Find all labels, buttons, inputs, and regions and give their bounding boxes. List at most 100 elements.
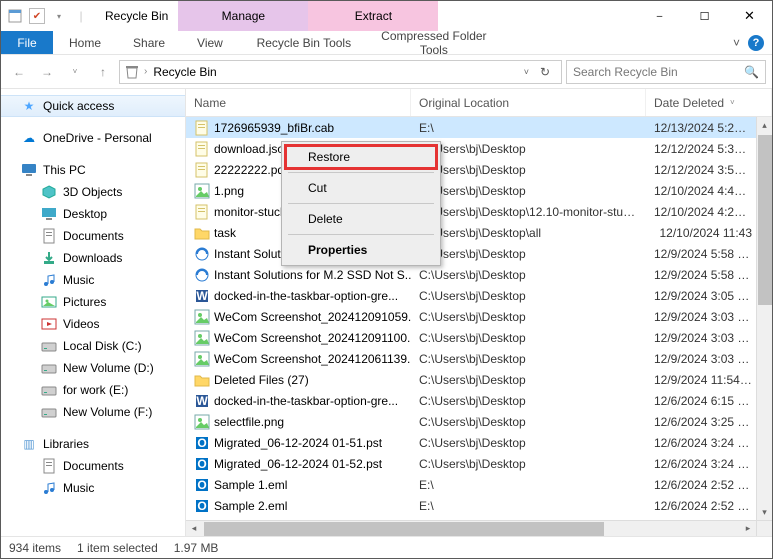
status-bar: 934 items 1 item selected 1.97 MB xyxy=(1,536,772,558)
file-row[interactable]: WeCom Screenshot_202412091059...C:\Users… xyxy=(186,306,772,327)
file-icon xyxy=(194,225,210,241)
close-button[interactable]: ✕ xyxy=(727,1,772,31)
addr-dropdown-icon[interactable]: ˅ xyxy=(524,67,529,77)
scroll-thumb[interactable] xyxy=(204,522,604,536)
menu-properties[interactable]: Properties xyxy=(284,237,438,263)
file-row[interactable]: Instant Solutions for M.2 SSD Not S...C:… xyxy=(186,264,772,285)
up-button[interactable]: ↑ xyxy=(91,60,115,84)
file-row[interactable]: WeCom Screenshot_202412091100...C:\Users… xyxy=(186,327,772,348)
file-row[interactable]: download.jsonC:\Users\bj\Desktop12/12/20… xyxy=(186,138,772,159)
window-buttons: – ☐ ✕ xyxy=(637,1,772,31)
file-row[interactable]: 22222222.pdfC:\Users\bj\Desktop12/12/202… xyxy=(186,159,772,180)
file-icon xyxy=(194,414,210,430)
file-location: C:\Users\bj\Desktop xyxy=(411,457,646,471)
share-tab[interactable]: Share xyxy=(117,31,181,54)
col-date[interactable]: Date Deleted˅ xyxy=(646,89,772,116)
sidebar-item[interactable]: Downloads xyxy=(1,247,185,269)
home-tab[interactable]: Home xyxy=(53,31,117,54)
sidebar-item[interactable]: Videos xyxy=(1,313,185,335)
file-row[interactable]: selectfile.pngC:\Users\bj\Desktop12/6/20… xyxy=(186,411,772,432)
file-location: E:\ xyxy=(411,478,646,492)
col-location[interactable]: Original Location xyxy=(411,89,646,116)
tools-tab-1[interactable]: Recycle Bin Tools xyxy=(239,31,369,54)
ribbon-collapse-icon[interactable]: ˅ xyxy=(733,36,740,50)
sidebar-item[interactable]: Documents xyxy=(1,225,185,247)
view-tab[interactable]: View xyxy=(181,31,239,54)
qat-overflow[interactable]: ▾ xyxy=(51,8,67,24)
file-row[interactable]: OSample 1.emlE:\12/6/2024 2:52 PM xyxy=(186,474,772,495)
file-row[interactable]: Wdocked-in-the-taskbar-option-gre...C:\U… xyxy=(186,390,772,411)
forward-button[interactable]: → xyxy=(35,60,59,84)
file-icon xyxy=(194,141,210,157)
refresh-button[interactable]: ↻ xyxy=(533,65,557,79)
file-row[interactable]: OSample 2.emlE:\12/6/2024 2:52 PM xyxy=(186,495,772,516)
context-tab-extract[interactable]: Extract xyxy=(308,1,438,31)
sidebar-libraries[interactable]: ▥ Libraries xyxy=(1,433,185,455)
file-row[interactable]: monitor-stuckC:\Users\bj\Desktop\12.10-m… xyxy=(186,201,772,222)
file-row[interactable]: taskC:\Users\bj\Desktop\all12/10/2024 11… xyxy=(186,222,772,243)
file-date: 12/10/2024 11:43 xyxy=(646,226,772,240)
file-date: 12/6/2024 3:24 PM xyxy=(646,436,772,450)
item-icon xyxy=(41,206,57,222)
item-icon xyxy=(41,480,57,496)
sidebar-this-pc[interactable]: This PC xyxy=(1,159,185,181)
minimize-button[interactable]: – xyxy=(637,1,682,31)
file-location: C:\Users\bj\Desktop xyxy=(411,289,646,303)
navigation-pane[interactable]: ★ Quick access ☁ OneDrive - Personal Thi… xyxy=(1,89,186,536)
file-row[interactable]: 1726965939_bfiBr.cabE:\12/13/2024 5:28 P… xyxy=(186,117,772,138)
vertical-scrollbar[interactable]: ▴▾ xyxy=(756,117,772,520)
file-name: docked-in-the-taskbar-option-gre... xyxy=(214,289,398,303)
back-button[interactable]: ← xyxy=(7,60,31,84)
sidebar-item[interactable]: Documents xyxy=(1,455,185,477)
star-icon: ★ xyxy=(21,98,37,114)
search-icon[interactable]: 🔍 xyxy=(744,65,759,79)
sidebar-item[interactable]: New Volume (D:) xyxy=(1,357,185,379)
sidebar-item[interactable]: Desktop xyxy=(1,203,185,225)
address-bar[interactable]: › Recycle Bin ˅ ↻ xyxy=(119,60,562,84)
search-placeholder: Search Recycle Bin xyxy=(573,65,678,79)
help-icon[interactable]: ? xyxy=(748,35,764,51)
item-icon xyxy=(41,184,57,200)
sidebar-item[interactable]: New Volume (F:) xyxy=(1,401,185,423)
file-row[interactable]: OMigrated_06-12-2024 01-51.pstC:\Users\b… xyxy=(186,432,772,453)
sidebar-item[interactable]: 3D Objects xyxy=(1,181,185,203)
scroll-thumb[interactable] xyxy=(758,135,772,305)
menu-delete[interactable]: Delete xyxy=(284,206,438,232)
file-date: 12/6/2024 6:15 PM xyxy=(646,394,772,408)
file-row[interactable]: Wdocked-in-the-taskbar-option-gre...C:\U… xyxy=(186,285,772,306)
file-icon xyxy=(194,309,210,325)
file-date: 12/9/2024 5:58 PM xyxy=(646,247,772,261)
file-row[interactable]: Instant Solutions for M.2 SSD Not S...C:… xyxy=(186,243,772,264)
qat-file-icon[interactable] xyxy=(7,8,23,24)
context-menu: Restore Cut Delete Properties xyxy=(281,141,441,266)
file-rows[interactable]: 1726965939_bfiBr.cabE:\12/13/2024 5:28 P… xyxy=(186,117,772,536)
search-box[interactable]: Search Recycle Bin 🔍 xyxy=(566,60,766,84)
file-tab[interactable]: File xyxy=(1,31,53,54)
horizontal-scrollbar[interactable]: ◂▸ xyxy=(186,520,756,536)
menu-cut[interactable]: Cut xyxy=(284,175,438,201)
sidebar-quick-access[interactable]: ★ Quick access xyxy=(1,95,185,117)
svg-text:W: W xyxy=(196,394,208,408)
file-row[interactable]: 1.pngC:\Users\bj\Desktop12/10/2024 4:41 … xyxy=(186,180,772,201)
sidebar-onedrive[interactable]: ☁ OneDrive - Personal xyxy=(1,127,185,149)
menu-restore[interactable]: Restore xyxy=(284,144,438,170)
sidebar-item[interactable]: Local Disk (C:) xyxy=(1,335,185,357)
col-name[interactable]: Name xyxy=(186,89,411,116)
sidebar-item[interactable]: for work (E:) xyxy=(1,379,185,401)
sidebar-item[interactable]: Pictures xyxy=(1,291,185,313)
tools-tab-2[interactable]: Compressed Folder Tools xyxy=(369,31,499,54)
sidebar-item[interactable]: Music xyxy=(1,269,185,291)
qat-check-icon[interactable]: ✔ xyxy=(29,8,45,24)
context-tab-manage[interactable]: Manage xyxy=(178,1,308,31)
crumb-sep[interactable]: › xyxy=(144,66,147,77)
file-row[interactable]: OMigrated_06-12-2024 01-52.pstC:\Users\b… xyxy=(186,453,772,474)
recent-dropdown[interactable]: ˅ xyxy=(63,60,87,84)
breadcrumb[interactable]: Recycle Bin xyxy=(151,65,218,79)
sidebar-item[interactable]: Music xyxy=(1,477,185,499)
file-row[interactable]: WeCom Screenshot_202412061139...C:\Users… xyxy=(186,348,772,369)
file-row[interactable]: Deleted Files (27)C:\Users\bj\Desktop12/… xyxy=(186,369,772,390)
maximize-button[interactable]: ☐ xyxy=(682,1,727,31)
column-headers: Name Original Location Date Deleted˅ xyxy=(186,89,772,117)
file-icon xyxy=(194,267,210,283)
file-location: C:\Users\bj\Desktop xyxy=(411,247,646,261)
